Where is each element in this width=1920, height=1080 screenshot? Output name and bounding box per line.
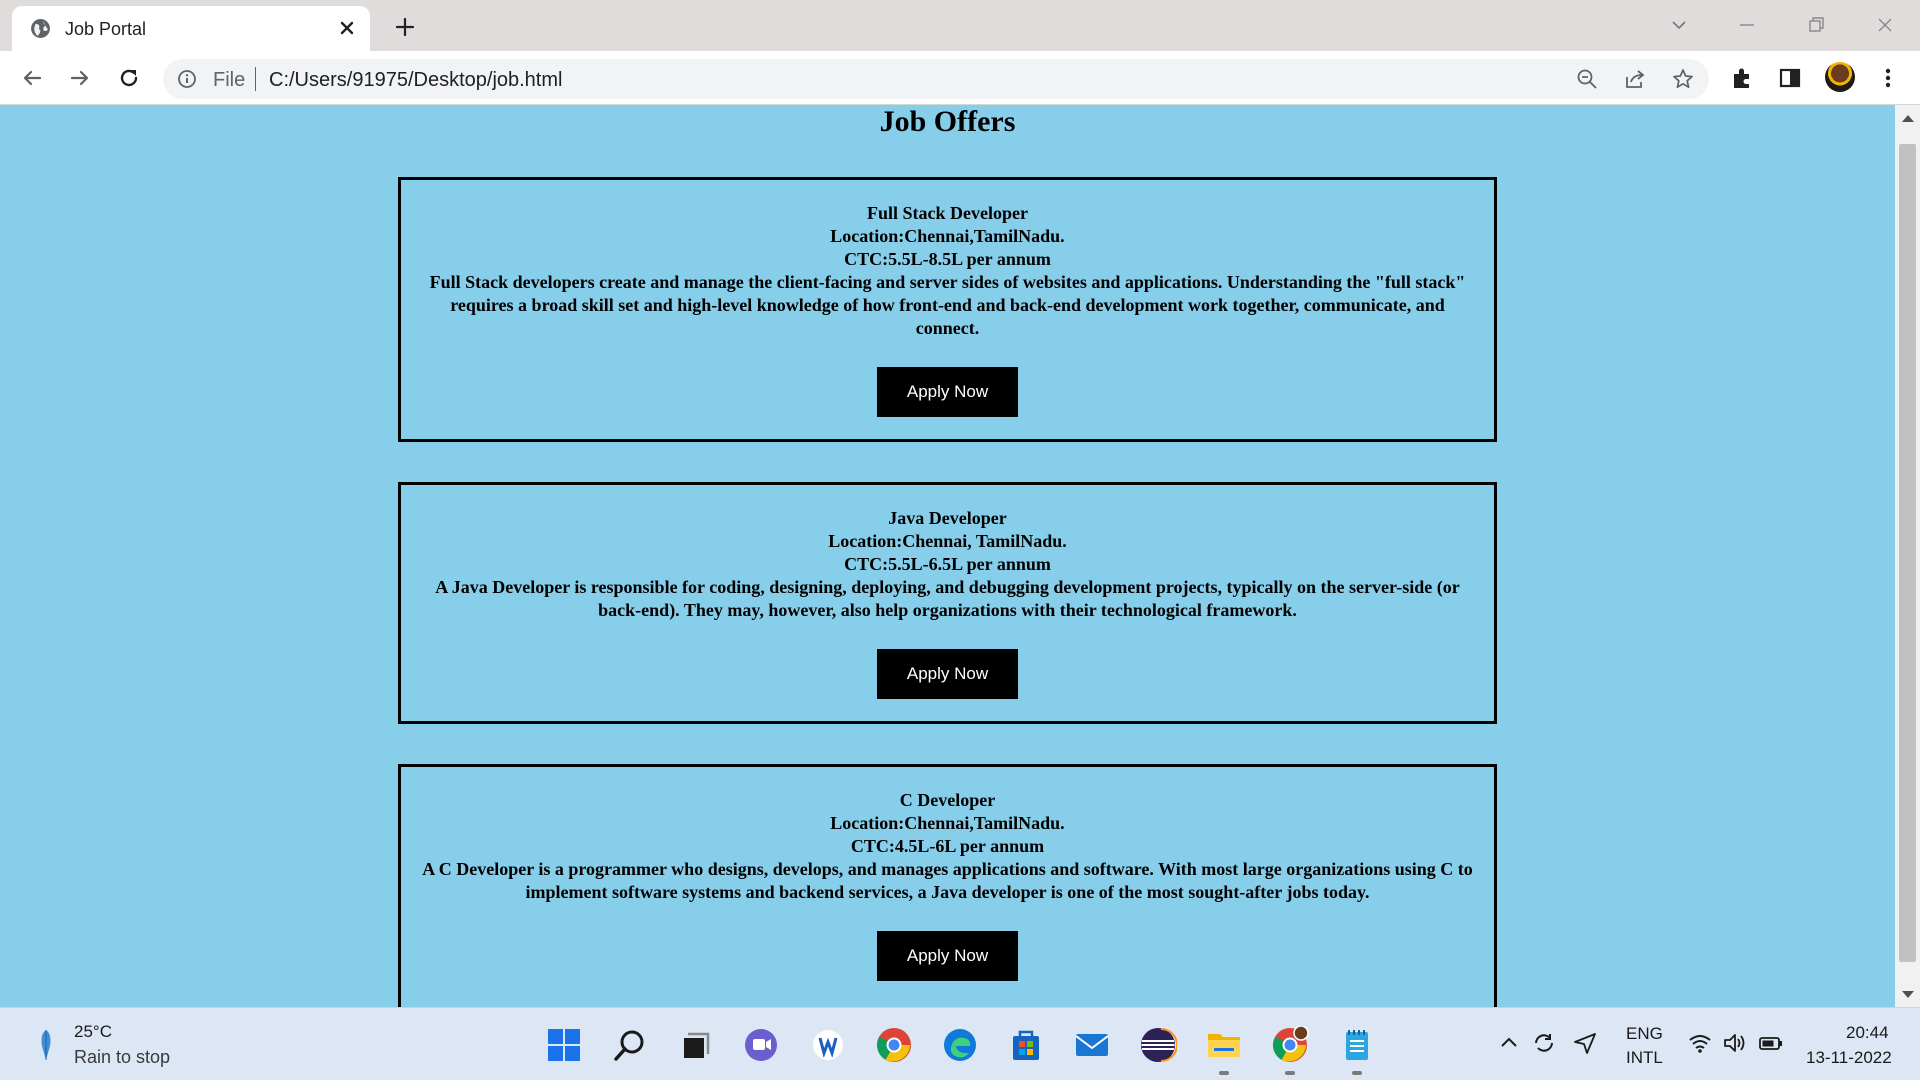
apply-now-button[interactable]: Apply Now [877, 367, 1018, 417]
tab-job-portal[interactable]: Job Portal [12, 6, 370, 51]
weather-description[interactable]: Rain to stop [74, 1047, 170, 1068]
location-arrow-icon[interactable] [1572, 1030, 1598, 1056]
eclipse-icon[interactable] [1139, 1026, 1177, 1064]
store-icon[interactable] [1007, 1026, 1045, 1064]
tab-title: Job Portal [65, 19, 147, 39]
notepad-icon[interactable] [1338, 1026, 1376, 1064]
job-ctc: CTC:4.5L-6L per annum [850, 836, 1045, 856]
running-indicator [1219, 1071, 1229, 1075]
volume-icon[interactable] [1722, 1030, 1748, 1056]
clock-date[interactable]: 13-11-2022 [1806, 1048, 1892, 1068]
url-text[interactable]: C:/Users/91975/Desktop/job.html [269, 69, 562, 92]
file-explorer-icon[interactable] [1205, 1026, 1243, 1064]
apply-now-button[interactable]: Apply Now [877, 649, 1018, 699]
job-ctc: CTC:5.5L-8.5L per annum [844, 249, 1051, 269]
job-title: Full Stack Developer [867, 203, 1028, 223]
scroll-down-arrow-icon[interactable] [1902, 991, 1914, 998]
minimize-icon[interactable] [1732, 10, 1762, 40]
job-location: Location:Chennai, TamilNadu. [828, 531, 1067, 551]
teams-chat-icon[interactable] [742, 1026, 780, 1064]
word-icon[interactable] [809, 1026, 847, 1064]
menu-kebab-icon[interactable] [1874, 64, 1902, 92]
wifi-icon[interactable] [1687, 1030, 1713, 1056]
weather-temperature[interactable]: 25°C [74, 1022, 112, 1042]
globe-icon [31, 19, 50, 38]
clock-time[interactable]: 20:44 [1846, 1023, 1889, 1043]
tab-strip: Job Portal [0, 0, 1920, 51]
back-icon[interactable] [18, 64, 46, 92]
side-panel-icon[interactable] [1776, 64, 1804, 92]
extensions-icon[interactable] [1729, 64, 1757, 92]
job-title: Java Developer [888, 508, 1007, 528]
scroll-up-arrow-icon[interactable] [1902, 115, 1914, 122]
address-bar[interactable]: File C:/Users/91975/Desktop/job.html [163, 59, 1709, 99]
close-tab-icon[interactable] [334, 15, 360, 41]
restore-icon[interactable] [1801, 10, 1831, 40]
url-separator [255, 67, 256, 91]
reload-icon[interactable] [115, 64, 143, 92]
search-icon[interactable] [611, 1026, 649, 1064]
language-indicator[interactable]: ENG [1626, 1024, 1663, 1044]
job-location: Location:Chennai,TamilNadu. [830, 226, 1065, 246]
keyboard-layout-indicator[interactable]: INTL [1626, 1048, 1663, 1068]
url-scheme-label: File [213, 69, 246, 91]
running-indicator [1352, 1071, 1362, 1075]
mail-icon[interactable] [1073, 1026, 1111, 1064]
job-ctc: CTC:5.5L-6.5L per annum [844, 554, 1051, 574]
job-card-java: Java Developer Location:Chennai, TamilNa… [398, 482, 1497, 724]
scrollbar-thumb[interactable] [1899, 144, 1916, 962]
job-description: A C Developer is a programmer who design… [422, 859, 1473, 902]
new-tab-icon[interactable] [390, 12, 420, 42]
windows-taskbar: 25°C Rain to stop ENG INTL 20:44 13-11-2… [0, 1007, 1920, 1080]
rain-umbrella-icon[interactable] [36, 1026, 56, 1064]
job-card-c: C Developer Location:Chennai,TamilNadu. … [398, 764, 1497, 1007]
sync-icon[interactable] [1531, 1030, 1557, 1056]
task-view-icon[interactable] [676, 1026, 714, 1064]
apply-now-button[interactable]: Apply Now [877, 931, 1018, 981]
chrome-profile-icon[interactable] [1271, 1026, 1309, 1064]
tab-search-chevron-icon[interactable] [1664, 10, 1694, 40]
profile-avatar[interactable] [1825, 62, 1855, 92]
chrome-icon[interactable] [875, 1026, 913, 1064]
job-title: C Developer [899, 790, 996, 810]
share-icon[interactable] [1624, 68, 1646, 90]
job-description: A Java Developer is responsible for codi… [435, 577, 1460, 620]
page-title: Job Offers [879, 105, 1016, 138]
job-description: Full Stack developers create and manage … [429, 272, 1466, 338]
close-window-icon[interactable] [1870, 10, 1900, 40]
bookmark-star-icon[interactable] [1672, 68, 1694, 90]
vertical-scrollbar[interactable] [1895, 105, 1920, 1007]
show-hidden-icons-chevron-icon[interactable] [1496, 1030, 1522, 1056]
start-icon[interactable] [545, 1026, 583, 1064]
forward-icon[interactable] [66, 64, 94, 92]
edge-icon[interactable] [941, 1026, 979, 1064]
job-card-full-stack: Full Stack Developer Location:Chennai,Ta… [398, 177, 1497, 442]
page-viewport: Job Offers Full Stack Developer Location… [0, 105, 1895, 1007]
site-info-icon[interactable] [177, 69, 197, 89]
zoom-out-icon[interactable] [1576, 68, 1598, 90]
running-indicator [1285, 1071, 1295, 1075]
battery-icon[interactable] [1758, 1030, 1784, 1056]
job-location: Location:Chennai,TamilNadu. [830, 813, 1065, 833]
browser-toolbar: File C:/Users/91975/Desktop/job.html [0, 51, 1920, 105]
